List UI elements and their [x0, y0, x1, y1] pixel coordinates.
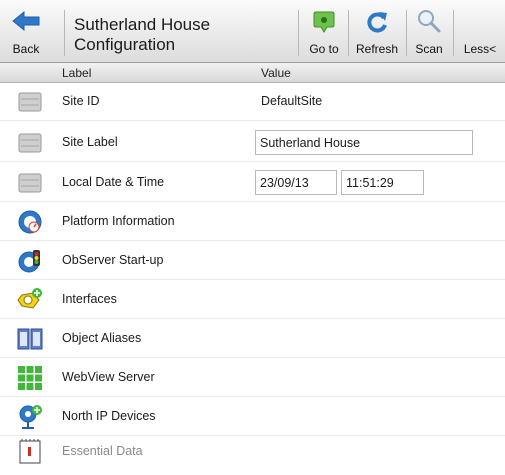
ip-device-icon: [19, 405, 42, 429]
list-item[interactable]: WebView Server: [0, 359, 505, 397]
goto-label: Go to: [309, 42, 339, 56]
list-item[interactable]: Object Aliases: [0, 320, 505, 358]
row-label: Platform Information: [62, 214, 175, 228]
aliases-icon: [17, 328, 43, 350]
back-label: Back: [12, 42, 40, 56]
toolbar-divider: [348, 10, 349, 56]
webview-grid-icon: [18, 366, 42, 390]
list-item[interactable]: Interfaces: [0, 281, 505, 319]
row-label: WebView Server: [62, 370, 155, 384]
row-label: Essential Data: [62, 444, 143, 458]
toolbar-divider: [453, 10, 454, 56]
platform-gauge-icon: [18, 210, 42, 234]
setting-field-icon: [18, 92, 42, 112]
less-button[interactable]: Less<: [458, 0, 502, 62]
column-value-header[interactable]: Value: [261, 66, 291, 80]
list-item[interactable]: Essential Data: [0, 437, 505, 475]
less-label: Less<: [463, 42, 497, 56]
time-field[interactable]: 11:51:29: [341, 170, 424, 195]
page-title-line1: Sutherland House: [74, 15, 211, 34]
interfaces-plug-icon: [17, 288, 42, 309]
scan-button[interactable]: Scan: [410, 0, 448, 62]
refresh-label: Refresh: [355, 42, 399, 56]
magnifier-icon: [418, 10, 441, 33]
back-button[interactable]: Back: [4, 0, 48, 62]
toolbar: Back Sutherland House Configuration Go t…: [0, 0, 505, 63]
scan-label: Scan: [415, 42, 443, 56]
startup-icon: [18, 250, 40, 273]
row-label: Local Date & Time: [62, 175, 165, 189]
goto-button[interactable]: Go to: [304, 0, 344, 62]
row-label: North IP Devices: [62, 409, 156, 423]
back-arrow-icon: [12, 10, 40, 32]
date-field[interactable]: 23/09/13: [255, 170, 337, 195]
row-value: DefaultSite: [261, 94, 323, 108]
setting-field-icon: [18, 133, 42, 153]
setting-field-icon: [18, 173, 42, 193]
refresh-icon: [367, 12, 387, 33]
list-item[interactable]: North IP Devices: [0, 398, 505, 436]
site-label-field[interactable]: Sutherland House: [255, 130, 473, 155]
row-label: Object Aliases: [62, 331, 142, 345]
list-item[interactable]: Local Date & Time 23/09/13 11:51:29: [0, 164, 505, 202]
column-label-header[interactable]: Label: [62, 66, 91, 80]
page-title-line2: Configuration: [74, 35, 176, 54]
column-header: Label Value: [0, 63, 505, 83]
refresh-button[interactable]: Refresh: [351, 0, 403, 62]
row-label: Site Label: [62, 135, 118, 149]
page-title: Sutherland House Configuration: [74, 15, 210, 55]
toolbar-divider: [298, 10, 299, 56]
list-item[interactable]: ObServer Start-up: [0, 242, 505, 280]
row-label: Interfaces: [62, 292, 117, 306]
essential-data-icon: [19, 439, 41, 464]
row-label: Site ID: [62, 94, 100, 108]
list-item[interactable]: Site Label Sutherland House: [0, 124, 505, 162]
toolbar-divider: [406, 10, 407, 56]
list-item[interactable]: Platform Information: [0, 203, 505, 241]
goto-pin-icon: [313, 11, 335, 33]
toolbar-divider: [64, 10, 65, 56]
list-item[interactable]: Site ID DefaultSite: [0, 83, 505, 121]
row-label: ObServer Start-up: [62, 253, 164, 267]
